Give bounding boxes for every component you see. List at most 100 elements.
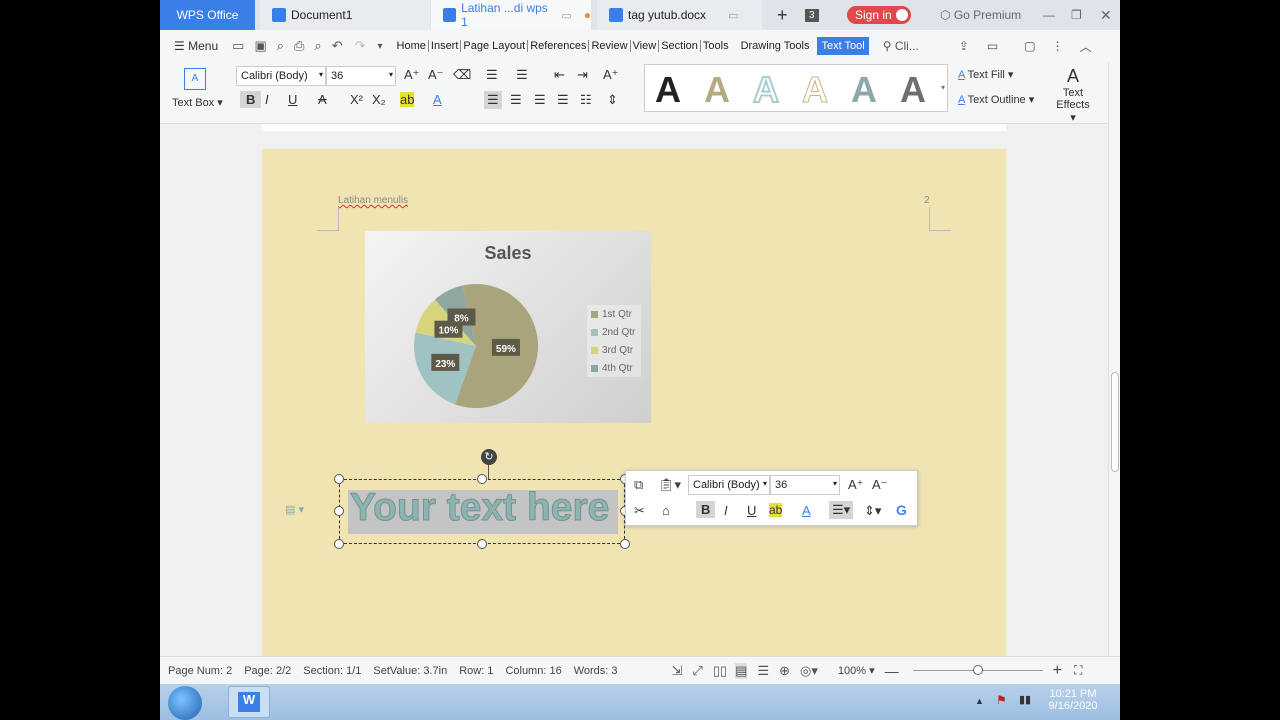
gallery-more-icon[interactable]: ▾ [941, 83, 945, 92]
format-painter-icon[interactable]: ⌕ [277, 38, 284, 54]
float-underline-icon[interactable]: U [747, 503, 756, 518]
menu-view[interactable]: View [631, 40, 660, 52]
menu-insert[interactable]: Insert [429, 40, 462, 52]
eye-protection-icon[interactable]: ◎▾ [800, 663, 818, 679]
page-view-icon[interactable]: ▤ [735, 662, 748, 679]
float-bold-icon[interactable]: B [696, 501, 716, 518]
font-color-icon[interactable]: A [433, 92, 442, 107]
header-text[interactable]: Latihan menulis [338, 195, 408, 206]
read-mode-icon[interactable]: ⇲ [672, 663, 683, 679]
zoom-level[interactable]: 100% ▾ [838, 664, 875, 677]
bullets-icon[interactable]: ☰ [486, 67, 498, 83]
zoom-slider[interactable] [912, 665, 1043, 675]
float-grow-font-icon[interactable]: A⁺ [848, 477, 864, 493]
menu-review[interactable]: Review [589, 40, 631, 52]
size-select[interactable]: 36 ▾ [326, 66, 396, 86]
monitor-icon[interactable]: ▭ [561, 9, 571, 22]
text-direction-icon[interactable]: A⁺ [603, 67, 619, 83]
menu-page-layout[interactable]: Page Layout [461, 40, 529, 52]
decrease-indent-icon[interactable]: ⇤ [554, 67, 565, 83]
scrollbar-thumb[interactable] [1111, 372, 1119, 472]
tab-document1[interactable]: Document1 [260, 0, 430, 30]
minimize-button[interactable]: — [1043, 0, 1055, 30]
status-section[interactable]: Section: 1/1 [303, 665, 361, 677]
text-style-4[interactable]: A [802, 69, 829, 111]
menu-text-tool[interactable]: Text Tool [817, 37, 869, 55]
wps-office-tab[interactable]: WPS Office [160, 0, 255, 30]
start-button[interactable] [168, 686, 202, 720]
resize-handle[interactable] [620, 539, 630, 549]
status-page-num[interactable]: Page Num: 2 [168, 665, 232, 677]
search-button[interactable]: ⚲ Cli... [883, 39, 919, 53]
resize-handle[interactable] [334, 506, 344, 516]
text-outline-button[interactable]: A Text Outline ▾ [958, 93, 1034, 106]
customize-chevron-icon[interactable]: ▾ [378, 41, 383, 52]
web-view-icon[interactable]: ⊕ [779, 663, 790, 679]
status-words[interactable]: Words: 3 [574, 665, 618, 677]
tab-count-badge[interactable]: 3 [805, 0, 819, 30]
wordart-text[interactable]: Your text here [349, 486, 609, 530]
zoom-in-icon[interactable]: + [1053, 662, 1062, 680]
redo-icon[interactable]: ↷ [355, 38, 366, 54]
collapse-ribbon-icon[interactable]: ︿ [1080, 38, 1092, 55]
text-style-1[interactable]: A [655, 69, 681, 111]
align-left-icon[interactable]: ☰ [484, 91, 502, 109]
resize-handle[interactable] [477, 539, 487, 549]
bold-icon[interactable]: B [240, 91, 262, 108]
go-premium-link[interactable]: ⬡ Go Premium [940, 8, 1021, 22]
resize-handle[interactable] [334, 539, 344, 549]
new-tab-button[interactable]: + [777, 0, 788, 30]
text-box[interactable]: Your text here [339, 479, 625, 544]
share-icon[interactable]: ⇪ [959, 39, 969, 53]
open-icon[interactable]: ▭ [232, 38, 244, 54]
italic-icon[interactable]: I [265, 92, 269, 107]
text-style-6[interactable]: A [900, 69, 926, 111]
numbering-icon[interactable]: ☰ [516, 67, 528, 83]
resize-handle[interactable] [334, 474, 344, 484]
status-page[interactable]: Page: 2/2 [244, 665, 291, 677]
float-shrink-font-icon[interactable]: A⁻ [872, 477, 888, 493]
layout-options-icon[interactable]: ▤ ▾ [285, 503, 304, 516]
sales-chart[interactable]: Sales 59% 23% 10% 8% 1st Qtr 2nd Qtr 3rd Qt… [365, 231, 651, 423]
tab-tag-yutub[interactable]: tag yutub.docx ▭ [597, 0, 762, 30]
print-preview-icon[interactable]: ⌕ [314, 38, 321, 54]
text-style-5[interactable]: A [851, 69, 877, 111]
justify-icon[interactable]: ☰ [557, 92, 569, 108]
text-box-icon[interactable]: A [184, 68, 206, 90]
more-icon[interactable]: ⋮ [1052, 39, 1064, 53]
text-style-3[interactable]: A [752, 68, 780, 111]
resize-handle[interactable] [477, 474, 487, 484]
copy-icon[interactable]: ⧉ [634, 477, 643, 493]
float-italic-icon[interactable]: I [724, 503, 728, 518]
google-icon[interactable]: G [896, 502, 907, 518]
wps-taskbar-app[interactable]: W [228, 686, 270, 718]
status-row[interactable]: Row: 1 [459, 665, 493, 677]
float-align-icon[interactable]: ☰▾ [829, 501, 854, 519]
book-view-icon[interactable]: ▯▯ [713, 663, 727, 679]
line-spacing-icon[interactable]: ⇕ [607, 92, 618, 108]
paste-icon[interactable]: 📋︎▾ [658, 477, 681, 493]
text-effects-button[interactable]: A Text Effects ▾ [1053, 66, 1093, 124]
grow-font-icon[interactable]: A⁺ [404, 67, 420, 83]
clear-format-icon[interactable]: ⌫ [453, 67, 471, 83]
network-icon[interactable]: ▮▮ [1019, 693, 1031, 706]
status-column[interactable]: Column: 16 [505, 665, 561, 677]
vertical-scrollbar[interactable] [1108, 62, 1120, 656]
menu-home[interactable]: Home [395, 40, 429, 52]
comment-icon[interactable]: ▢ [1024, 39, 1035, 53]
outline-view-icon[interactable]: ☰ [757, 663, 769, 679]
save-icon[interactable]: ▣ [254, 38, 266, 54]
menu-section[interactable]: Section [659, 40, 701, 52]
text-style-2[interactable]: A [704, 69, 730, 111]
sign-in-button[interactable]: Sign in [847, 6, 911, 24]
status-setvalue[interactable]: SetValue: 3.7in [373, 665, 447, 677]
clock[interactable]: 10:21 PM 9/16/2020 [1048, 688, 1098, 712]
print-icon[interactable]: ⎙ [294, 38, 304, 54]
menu-button[interactable]: ☰ Menu [174, 39, 218, 53]
float-font-color-icon[interactable]: A [802, 503, 811, 518]
action-center-icon[interactable]: ⚑ [996, 693, 1007, 707]
float-line-spacing-icon[interactable]: ⇕▾ [864, 503, 881, 519]
undo-icon[interactable]: ↶ [332, 38, 343, 54]
distributed-icon[interactable]: ☷ [580, 92, 592, 108]
text-box-button[interactable]: Text Box ▾ [172, 96, 223, 109]
